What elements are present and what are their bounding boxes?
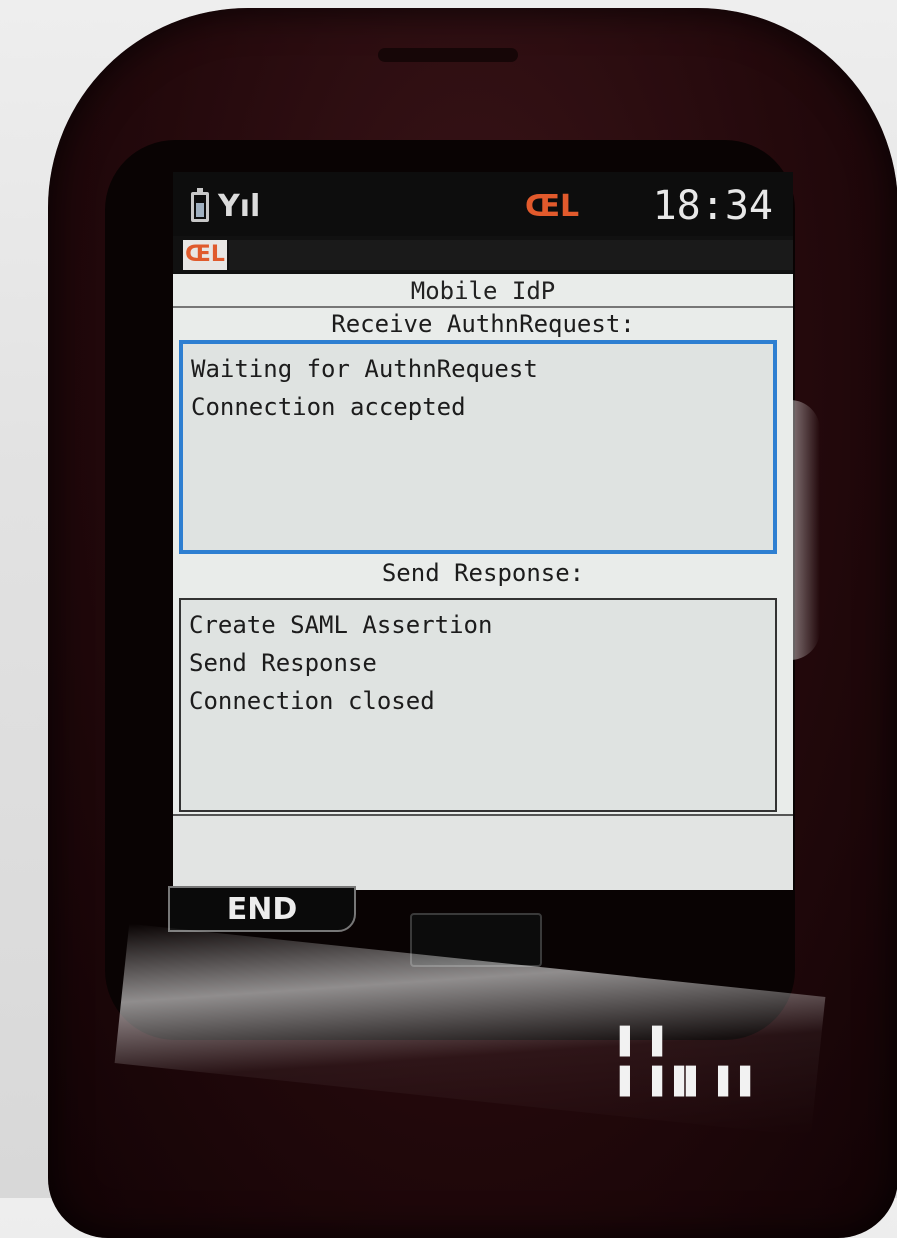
app-header: ŒL [173,236,793,272]
form-footer [173,814,793,890]
app-form: Mobile IdP Receive AuthnRequest: Waiting… [173,274,793,890]
log-line: Connection accepted [191,393,466,421]
log-line: Waiting for AuthnRequest [191,355,538,383]
app-header-bar [229,240,793,270]
status-time: 18:34 [652,183,773,229]
log-line: Send Response [189,649,377,677]
earpiece-speaker [378,48,518,62]
send-label: Send Response: [381,559,585,587]
log-line: Connection closed [189,687,435,715]
receive-label: Receive AuthnRequest: [331,310,635,338]
log-line: Create SAML Assertion [189,611,493,639]
form-title: Mobile IdP [173,276,793,308]
app-indicator-icon: ŒL [525,189,580,224]
phone-screen: Yıl ŒL 18:34 ŒL Mobile IdP Receive Authn… [173,172,793,890]
send-log-box[interactable]: Create SAML Assertion Send Response Conn… [179,598,777,812]
photo-stage: Yıl ŒL 18:34 ŒL Mobile IdP Receive Authn… [0,0,897,1238]
app-logo-icon: ŒL [183,240,227,270]
end-softkey[interactable]: END [168,886,356,932]
receive-log-box[interactable]: Waiting for AuthnRequest Connection acce… [179,340,777,554]
status-bar: Yıl ŒL 18:34 [173,172,793,236]
brand-logo: ▌▐ ▌▐▐▌▐▐ [620,1027,752,1097]
battery-icon [191,188,209,222]
signal-icon: Yıl [218,189,261,224]
